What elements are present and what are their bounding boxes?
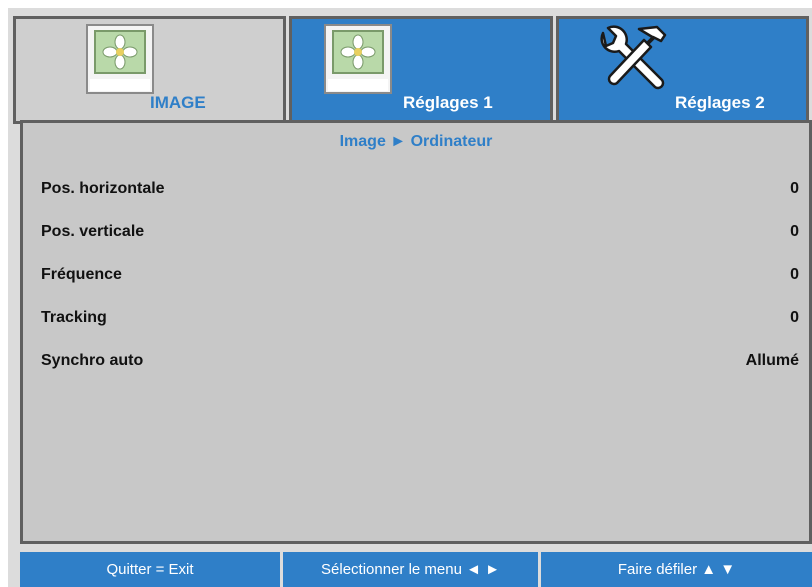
scroll-hint[interactable]: Faire défiler ▲ ▼ [541,552,812,587]
tab-label: Réglages 2 [675,93,765,112]
setting-value: 0 [790,223,799,240]
setting-row-pos-horizontale[interactable]: Pos. horizontale 0 [41,180,799,202]
setting-label: Tracking [41,309,107,326]
tools-icon [593,23,673,102]
setting-value: Allumé [745,352,799,369]
tab-reglages-2[interactable]: Réglages 2 [556,16,809,124]
footer-hints: Quitter = Exit Sélectionner le menu ◄ ► … [20,552,812,587]
setting-value: 0 [790,266,799,283]
exit-hint[interactable]: Quitter = Exit [20,552,280,587]
setting-row-synchro-auto[interactable]: Synchro auto Allumé [41,352,799,374]
setting-row-pos-verticale[interactable]: Pos. verticale 0 [41,223,799,245]
tab-label: Réglages 1 [403,93,493,112]
setting-label: Pos. verticale [41,223,145,240]
tab-image[interactable]: IMAGE [13,16,286,124]
tab-reglages-1[interactable]: Réglages 1 [289,16,553,124]
setting-row-frequence[interactable]: Fréquence 0 [41,266,799,288]
setting-label: Fréquence [41,266,122,283]
setting-row-tracking[interactable]: Tracking 0 [41,309,799,331]
image-flower-icon [86,24,154,99]
setting-label: Pos. horizontale [41,180,165,197]
setting-value: 0 [790,180,799,197]
settings-panel: Image ► Ordinateur Pos. horizontale 0 Po… [20,120,812,544]
image-flower-icon [324,24,392,99]
setting-value: 0 [790,309,799,326]
breadcrumb: Image ► Ordinateur [339,133,493,150]
select-menu-hint[interactable]: Sélectionner le menu ◄ ► [283,552,538,587]
tab-label: IMAGE [150,93,206,112]
setting-label: Synchro auto [41,352,144,369]
osd-menu: IMAGE Réglages 1 Réglages 2 Image ► Ordi… [8,8,812,587]
